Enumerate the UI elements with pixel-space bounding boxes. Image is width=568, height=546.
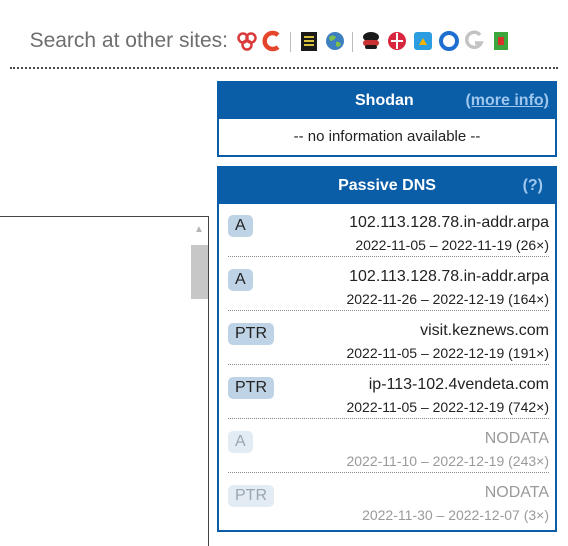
separator xyxy=(290,32,291,52)
record-type-badge: A xyxy=(228,431,253,453)
dns-record-list: A 102.113.128.78.in-addr.arpa 2022-11-05… xyxy=(219,204,555,530)
record-name: ip-113-102.4vendeta.com xyxy=(368,376,549,393)
scrollbar-thumb[interactable] xyxy=(191,245,208,299)
dns-record: A 102.113.128.78.in-addr.arpa 2022-11-05… xyxy=(228,208,549,257)
left-panel-border xyxy=(208,216,209,546)
c-logo-icon[interactable] xyxy=(262,30,284,52)
spy-mask-icon[interactable] xyxy=(360,30,382,52)
record-name: 102.113.128.78.in-addr.arpa xyxy=(349,214,549,231)
record-dates: 2022-11-05 – 2022-11-19 (26×) xyxy=(355,237,549,253)
shodan-box: Shodan (more info) -- no information ava… xyxy=(217,81,557,157)
dns-record: PTR ip-113-102.4vendeta.com 2022-11-05 –… xyxy=(228,370,549,419)
record-type-badge: PTR xyxy=(228,323,274,345)
dns-record: PTR visit.keznews.com 2022-11-05 – 2022-… xyxy=(228,316,549,365)
record-dates: 2022-11-26 – 2022-12-19 (164×) xyxy=(346,291,549,307)
record-name: visit.keznews.com xyxy=(420,322,549,339)
record-name: NODATA xyxy=(484,484,549,501)
document-icon[interactable] xyxy=(298,30,320,52)
search-label: Search at other sites: xyxy=(29,29,228,52)
red-globe-icon[interactable] xyxy=(386,30,408,52)
passive-dns-title: Passive DNS xyxy=(338,177,436,194)
record-type-badge: A xyxy=(228,269,253,291)
record-name: NODATA xyxy=(484,430,549,447)
chain-links-icon[interactable] xyxy=(236,30,258,52)
green-box-icon[interactable] xyxy=(490,30,512,52)
left-panel-border xyxy=(0,216,208,217)
dns-record: A 102.113.128.78.in-addr.arpa 2022-11-26… xyxy=(228,262,549,311)
shodan-header: Shodan (more info) xyxy=(219,83,555,119)
shodan-no-info: -- no information available -- xyxy=(293,128,481,145)
dns-record: PTR NODATA 2022-11-30 – 2022-12-07 (3×) xyxy=(228,478,549,526)
record-name: 102.113.128.78.in-addr.arpa xyxy=(349,268,549,285)
help-link[interactable]: (?) xyxy=(523,177,543,195)
dns-record: A NODATA 2022-11-10 – 2022-12-19 (243×) xyxy=(228,424,549,473)
passive-dns-header: Passive DNS (?) xyxy=(219,168,555,204)
record-dates: 2022-11-05 – 2022-12-19 (742×) xyxy=(346,399,549,415)
shodan-title: Shodan xyxy=(355,92,414,109)
record-dates: 2022-11-10 – 2022-12-19 (243×) xyxy=(346,453,549,469)
passive-dns-box: Passive DNS (?) A 102.113.128.78.in-addr… xyxy=(217,166,557,532)
record-type-badge: A xyxy=(228,215,253,237)
record-type-badge: PTR xyxy=(228,485,274,507)
blue-square-icon[interactable] xyxy=(412,30,434,52)
divider xyxy=(10,67,558,69)
blue-ring-icon[interactable] xyxy=(438,30,460,52)
record-type-badge: PTR xyxy=(228,377,274,399)
more-info-link[interactable]: (more info) xyxy=(465,92,549,110)
record-dates: 2022-11-30 – 2022-12-07 (3×) xyxy=(362,507,549,523)
separator xyxy=(352,32,353,52)
record-dates: 2022-11-05 – 2022-12-19 (191×) xyxy=(346,345,549,361)
search-other-sites-bar: Search at other sites: xyxy=(0,20,568,60)
globe-icon[interactable] xyxy=(324,30,346,52)
scroll-up-arrow-icon[interactable]: ▲ xyxy=(192,224,206,238)
grey-g-icon[interactable] xyxy=(464,30,486,52)
